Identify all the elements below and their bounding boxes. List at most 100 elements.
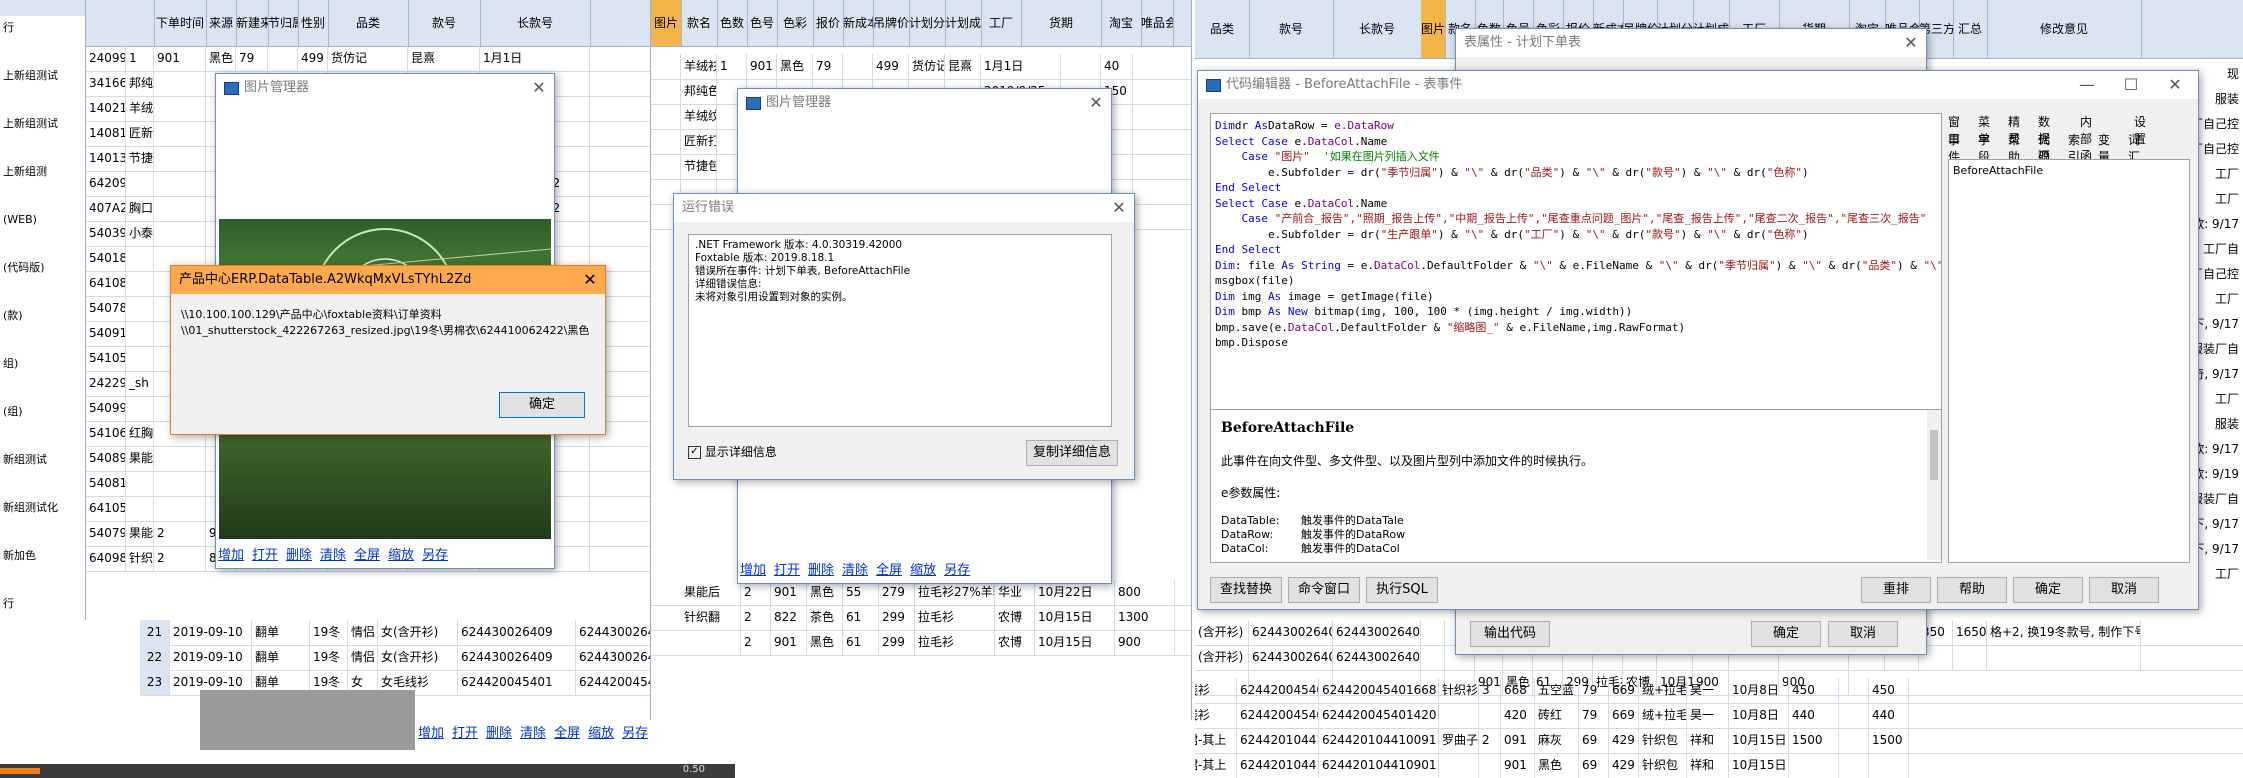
code-line[interactable]: Select Case e.DataCol.Name [1215, 196, 1941, 212]
command-window-button[interactable]: 命令窗口 [1288, 577, 1360, 603]
table-cell[interactable]: 1月1日 [480, 46, 590, 71]
table-cell[interactable]: 2 [1479, 728, 1501, 753]
save-as-link[interactable]: 另存 [944, 563, 970, 578]
help-button[interactable]: 帮助 [1937, 577, 2007, 603]
table-cell[interactable]: 1500 [1869, 728, 1909, 753]
code-line[interactable]: Dim img As image = getImage(file) [1215, 289, 1941, 305]
code-line[interactable]: Case "图片" '如果在图片列插入文件 [1215, 149, 1941, 165]
save-as-link[interactable]: 另存 [422, 548, 448, 563]
table-cell[interactable]: 499 [873, 54, 909, 79]
table-row[interactable]: 2 901 黑色 61 299 拉毛衫 农博 10月15日 900 [651, 630, 1191, 656]
table-cell[interactable]: 茶色 [807, 605, 843, 630]
clear-link[interactable]: 清除 [520, 726, 546, 741]
close-icon[interactable]: ✕ [1104, 194, 1134, 222]
help-scrollbar[interactable] [1927, 410, 1941, 560]
column-header[interactable]: 性别 [298, 0, 329, 46]
add-link[interactable]: 增加 [418, 726, 444, 741]
table-cell[interactable]: 79 [236, 46, 268, 71]
table-cell[interactable]: 429 [1609, 753, 1639, 778]
editor-ok-button[interactable]: 确定 [2013, 577, 2083, 603]
table-cell[interactable]: 邦纯色 [681, 79, 717, 104]
table-cell[interactable]: 1300 [1115, 605, 1175, 630]
table-cell[interactable] [154, 171, 206, 196]
table-cell[interactable]: 3 [1479, 678, 1501, 703]
error-detail-box[interactable]: .NET Framework 版本: 4.0.30319.42000 Foxta… [688, 234, 1112, 427]
column-header[interactable]: 工厂 [981, 0, 1022, 46]
table-cell[interactable]: 针织衫 [1439, 678, 1479, 703]
table-cell[interactable] [154, 146, 206, 171]
column-header[interactable]: 长款号 [1333, 0, 1422, 58]
table-cell[interactable]: 499 [298, 46, 328, 71]
column-header[interactable]: 图片 [1421, 0, 1446, 58]
table-cell[interactable]: 黑色 [206, 46, 236, 71]
table-cell[interactable] [1839, 678, 1869, 703]
table-cell[interactable]: 1 [717, 54, 747, 79]
table-cell[interactable]: 农博 [995, 605, 1035, 630]
table-cell[interactable]: 440 [1869, 703, 1909, 728]
table-cell[interactable]: 昆熹 [408, 46, 480, 71]
table-cell[interactable]: 匠新打 [681, 129, 717, 154]
table-cell[interactable]: 黑色 [777, 54, 813, 79]
table-cell[interactable] [1789, 753, 1839, 778]
table-cell[interactable]: 格+2, 换19冬款号, 制作下号 [1987, 620, 2141, 645]
table-row[interactable]: 252019-09-10翻单19冬女连衣裙-其上6244201044106244… [1195, 728, 2243, 754]
export-code-button[interactable]: 输出代码 [1470, 621, 1550, 647]
table-row[interactable]: 232019-09-10翻单19冬女女毛线衫624420045401624420… [1195, 678, 2243, 704]
open-link[interactable]: 打开 [452, 726, 478, 741]
table-cell[interactable]: 624430026409 [458, 645, 576, 670]
column-header[interactable]: 汇总 [1953, 0, 1988, 58]
table-cell[interactable]: 429 [1609, 728, 1639, 753]
code-line[interactable]: End Select [1215, 242, 1941, 258]
column-header[interactable]: 修改意见 [1987, 0, 2142, 58]
table-cell[interactable]: 10月8日 [1729, 703, 1789, 728]
column-header[interactable]: 报价 [813, 0, 844, 46]
table-cell[interactable] [126, 271, 154, 296]
table-row[interactable]: 羊绒衫 1 901 黑色 79 499 货仿记 昆熹 1月1日 40 [651, 54, 1191, 80]
table-cell[interactable]: 19冬 [310, 645, 348, 670]
table-row[interactable]: 24099011901黑色79 499货仿记昆熹1月1日 [86, 46, 666, 72]
open-link[interactable]: 打开 [774, 563, 800, 578]
table-cell[interactable] [1839, 728, 1869, 753]
table-cell[interactable]: 822 [771, 605, 807, 630]
table-cell[interactable]: 624420104410901 [1319, 753, 1439, 778]
table-cell[interactable]: 农博 [995, 630, 1035, 655]
table-cell[interactable] [126, 246, 154, 271]
column-header[interactable]: 淘宝 [1101, 0, 1142, 46]
reorder-button[interactable]: 重排 [1861, 577, 1931, 603]
table-cell[interactable]: 61 [843, 605, 879, 630]
table-cell[interactable]: 669 [1609, 703, 1639, 728]
table-cell[interactable] [1421, 620, 1445, 645]
table-cell[interactable]: 299 [879, 605, 915, 630]
table-row[interactable]: 242019-09-10翻单19冬女女毛线衫624420045401624420… [1195, 703, 2243, 729]
table-cell[interactable] [681, 630, 741, 655]
table-cell[interactable] [1839, 753, 1869, 778]
minimize-icon[interactable]: — [2072, 71, 2102, 99]
code-line[interactable]: bmp.save(e.DataCol.DefaultFolder & "缩略图_… [1215, 320, 1941, 336]
table-cell[interactable]: 624420045401 [458, 670, 576, 695]
column-header[interactable]: 色号 [747, 0, 778, 46]
column-header[interactable] [126, 0, 155, 46]
table-cell[interactable]: 祥和 [1687, 728, 1729, 753]
zoom-link[interactable]: 缩放 [588, 726, 614, 741]
table-cell[interactable]: 624420045401668 [1319, 678, 1439, 703]
table-cell[interactable]: 624430026409 [458, 620, 576, 645]
table-cell[interactable]: 61 [843, 630, 879, 655]
close-icon[interactable]: ✕ [2160, 71, 2190, 99]
table-cell[interactable]: 10月15日 [1729, 753, 1789, 778]
delete-link[interactable]: 删除 [808, 563, 834, 578]
table-cell[interactable]: 10月8日 [1729, 678, 1789, 703]
table-cell[interactable]: 果能后 [126, 446, 154, 471]
delete-link[interactable]: 删除 [486, 726, 512, 741]
column-header[interactable]: 吊牌价 [873, 0, 910, 46]
table-cell[interactable]: 羊绒纹 [681, 104, 717, 129]
table-cell[interactable]: 节捷包 [681, 154, 717, 179]
maximize-icon[interactable]: ☐ [2116, 71, 2146, 99]
code-line[interactable]: Select Case e.DataCol.Name [1215, 134, 1941, 150]
column-header[interactable]: 色彩 [777, 0, 814, 46]
table-cell[interactable] [1421, 645, 1445, 670]
table-cell[interactable] [843, 54, 873, 79]
table-cell[interactable]: 黑色 [807, 630, 843, 655]
table-cell[interactable] [126, 321, 154, 346]
delete-link[interactable]: 删除 [286, 548, 312, 563]
table-cell[interactable] [651, 79, 681, 104]
